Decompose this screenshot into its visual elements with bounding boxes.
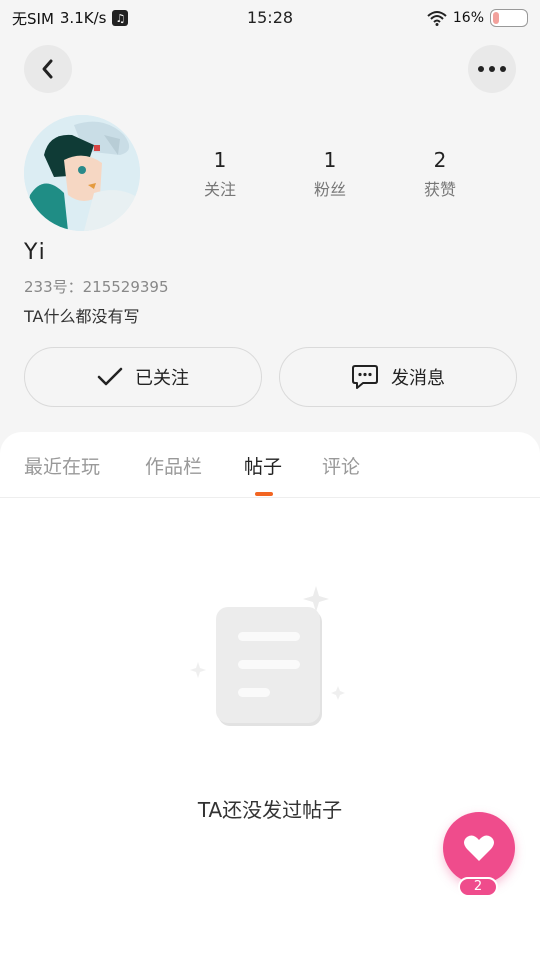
follow-label: 已关注 [135, 368, 189, 389]
stat-likes[interactable]: 2 获赞 [385, 148, 495, 200]
profile-stats: 1 关注 1 粉丝 2 获赞 [165, 148, 495, 200]
stat-value: 1 [213, 148, 227, 172]
more-horizontal-icon [478, 66, 506, 72]
stat-value: 1 [323, 148, 337, 172]
chat-bubble-icon [352, 365, 378, 389]
stat-value: 2 [433, 148, 447, 172]
status-bar: 无SIM 3.1K/s ♫ 16% [0, 0, 540, 36]
avatar-image [24, 115, 140, 231]
heart-icon [464, 835, 494, 861]
network-speed: 3.1K/s [59, 9, 107, 27]
follow-button[interactable]: 已关注 [24, 347, 262, 407]
tab-recently-played[interactable]: 最近在玩 [24, 452, 100, 479]
checkmark-icon [97, 367, 123, 386]
battery-percent: 16% [452, 10, 484, 26]
tab-bar: 最近在玩 作品栏 帖子 评论 [0, 432, 540, 498]
stat-label: 关注 [203, 180, 236, 199]
username: Yi [24, 240, 47, 265]
battery-icon [490, 9, 528, 27]
active-tab-indicator [255, 492, 273, 496]
more-button[interactable] [468, 45, 516, 93]
status-left: 无SIM 3.1K/s ♫ [12, 8, 129, 29]
carrier-text: 无SIM [12, 9, 54, 28]
like-button[interactable] [443, 812, 515, 884]
tab-works[interactable]: 作品栏 [145, 452, 202, 479]
tab-posts[interactable]: 帖子 [244, 452, 282, 479]
stat-label: 获赞 [423, 180, 456, 199]
user-bio: TA什么都没有写 [24, 307, 140, 326]
tab-comments[interactable]: 评论 [322, 452, 360, 479]
back-button[interactable] [24, 45, 72, 93]
stat-following[interactable]: 1 关注 [165, 148, 275, 200]
like-count-badge: 2 [458, 877, 498, 897]
empty-document-icon [190, 586, 345, 726]
music-icon: ♫ [112, 10, 129, 26]
user-id: 233号：215529395 [24, 278, 169, 296]
status-right: 16% [427, 9, 528, 27]
avatar[interactable] [24, 115, 140, 231]
chevron-left-icon [42, 59, 53, 79]
stat-label: 粉丝 [313, 180, 346, 199]
message-button[interactable]: 发消息 [279, 347, 517, 407]
stat-followers[interactable]: 1 粉丝 [275, 148, 385, 200]
message-label: 发消息 [391, 368, 445, 389]
wifi-icon [427, 11, 447, 26]
